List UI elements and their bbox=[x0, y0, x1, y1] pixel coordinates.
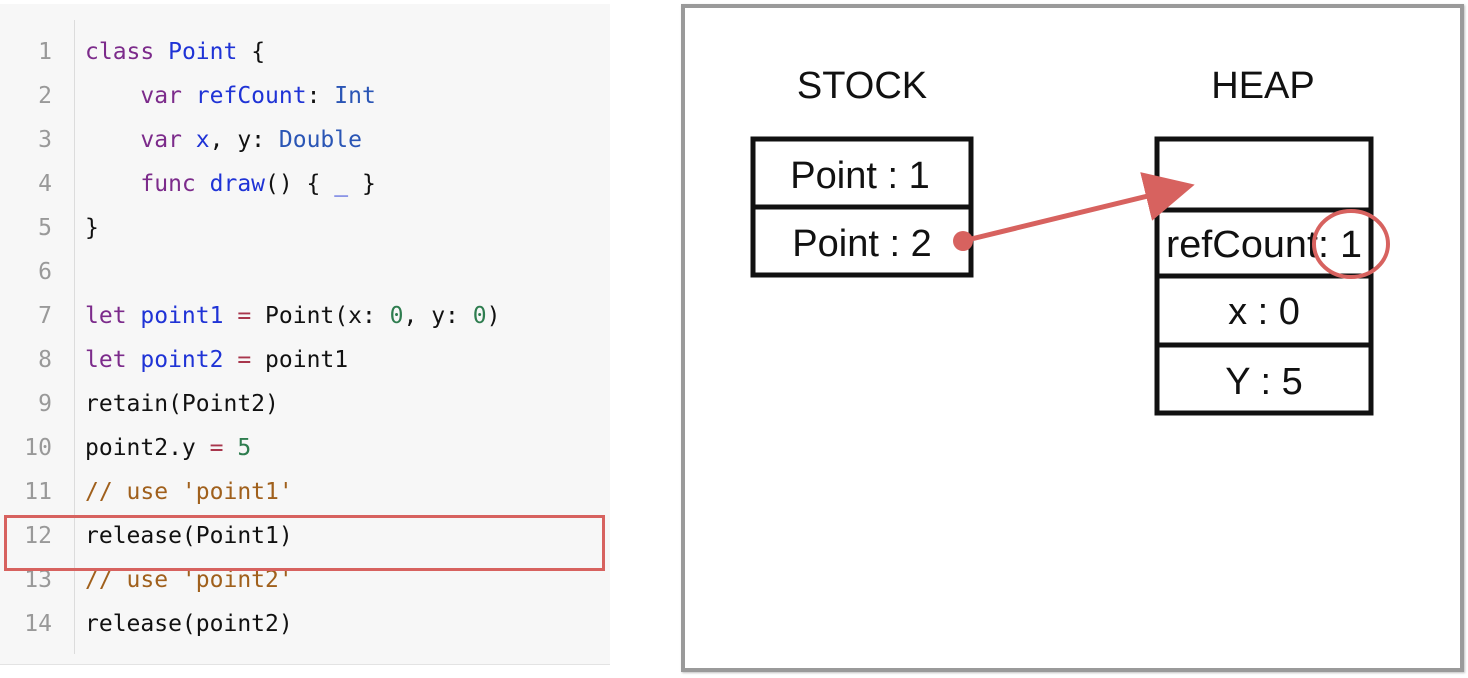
line-code: retain(Point2) bbox=[85, 382, 279, 426]
code-token: point2 bbox=[140, 347, 224, 373]
heap-heading: HEAP bbox=[1211, 65, 1314, 107]
code-panel: 1 class Point {2 var refCount: Int 3 var x… bbox=[0, 4, 610, 665]
memory-diagram: STOCK HEAP Point : 1 Point : 2 refCount:… bbox=[681, 4, 1464, 672]
code-token: = bbox=[223, 303, 266, 329]
code-token: point1 bbox=[140, 303, 224, 329]
heap-cell-refcount: refCount: 1 bbox=[1166, 224, 1362, 266]
code-token: refCount bbox=[195, 83, 307, 109]
code-token: } bbox=[85, 215, 99, 241]
line-number: 9 bbox=[38, 391, 52, 417]
code-token: Int bbox=[334, 83, 376, 109]
code-token: // use 'point1' bbox=[85, 479, 293, 505]
code-token: 0 bbox=[389, 303, 404, 329]
line-code: let point1 = Point(x: 0, y: 0) bbox=[85, 294, 500, 338]
code-token: func bbox=[85, 171, 210, 197]
line-number: 3 bbox=[38, 127, 52, 153]
code-line: 9 retain(Point2) bbox=[0, 382, 610, 426]
stack-heading: STOCK bbox=[797, 65, 927, 107]
line-number: 10 bbox=[24, 435, 52, 461]
line-code: } bbox=[85, 206, 99, 250]
code-token: 5 bbox=[237, 435, 252, 461]
code-token: : bbox=[306, 83, 335, 109]
code-token: let bbox=[85, 303, 141, 329]
line-number: 14 bbox=[24, 611, 52, 637]
heap-cell-y: Y : 5 bbox=[1225, 361, 1302, 403]
line-code: func draw() { _ } bbox=[85, 162, 376, 206]
line-number: 11 bbox=[24, 479, 52, 505]
line-number: 7 bbox=[38, 303, 52, 329]
code-line: 7 let point1 = Point(x: 0, y: 0) bbox=[0, 294, 610, 338]
line-number: 8 bbox=[38, 347, 52, 373]
line-code: release(point2) bbox=[85, 602, 293, 646]
code-token: = bbox=[209, 435, 224, 461]
code-line: 8 let point2 = point1 bbox=[0, 338, 610, 382]
line-number: 4 bbox=[38, 171, 52, 197]
code-token: var bbox=[85, 83, 196, 109]
code-token: Point(x: bbox=[265, 303, 390, 329]
code-line: 10 point2.y = 5 bbox=[0, 426, 610, 470]
code-line: 4 func draw() { _ } bbox=[0, 162, 610, 206]
code-token: let bbox=[85, 347, 141, 373]
stack-cell-point1: Point : 1 bbox=[790, 155, 929, 197]
code-token: , y: bbox=[209, 127, 279, 153]
stack-cell-point2: Point : 2 bbox=[792, 223, 931, 265]
line-number: 1 bbox=[38, 39, 52, 65]
highlighted-line-box bbox=[4, 515, 605, 571]
code-token: , y: bbox=[403, 303, 473, 329]
line-code: var refCount: Int bbox=[85, 74, 376, 118]
heap-cell-x: x : 0 bbox=[1228, 291, 1300, 333]
code-token: var bbox=[85, 127, 196, 153]
code-token: () { bbox=[265, 171, 335, 197]
code-token: class bbox=[85, 39, 169, 65]
code-token: point1 bbox=[265, 347, 349, 373]
code-token: Double bbox=[278, 127, 362, 153]
code-token: } bbox=[348, 171, 376, 197]
line-number: 5 bbox=[38, 215, 52, 241]
code-line: 5} bbox=[0, 206, 610, 250]
code-token: point2.y bbox=[85, 435, 210, 461]
code-line: 14 release(point2) bbox=[0, 602, 610, 646]
line-number: 6 bbox=[38, 259, 52, 285]
line-number: 2 bbox=[38, 83, 52, 109]
line-code: // use 'point1' bbox=[85, 470, 293, 514]
code-token: Point bbox=[168, 39, 238, 65]
line-code: point2.y = 5 bbox=[85, 426, 251, 470]
line-code: var x, y: Double bbox=[85, 118, 362, 162]
stack-block: Point : 1 Point : 2 bbox=[750, 136, 974, 278]
diagram-canvas: STOCK HEAP Point : 1 Point : 2 refCount:… bbox=[750, 65, 1390, 416]
code-token: ) bbox=[486, 303, 501, 329]
code-token: x bbox=[195, 127, 210, 153]
code-token: draw bbox=[209, 171, 266, 197]
code-line: 6 bbox=[0, 250, 610, 294]
code-token: retain(Point2) bbox=[85, 391, 279, 417]
code-token: release(point2) bbox=[85, 611, 293, 637]
reference-arrow bbox=[962, 172, 1195, 244]
code-line: 11 // use 'point1' bbox=[0, 470, 610, 514]
code-token: = bbox=[223, 347, 266, 373]
line-code: class Point { bbox=[85, 30, 265, 74]
code-token: { bbox=[237, 39, 266, 65]
code-token: _ bbox=[334, 171, 349, 197]
code-line: 1 class Point { bbox=[0, 30, 610, 74]
line-code: let point2 = point1 bbox=[85, 338, 348, 382]
code-line: 2 var refCount: Int bbox=[0, 74, 610, 118]
code-token: 0 bbox=[472, 303, 487, 329]
code-line: 3 var x, y: Double bbox=[0, 118, 610, 162]
